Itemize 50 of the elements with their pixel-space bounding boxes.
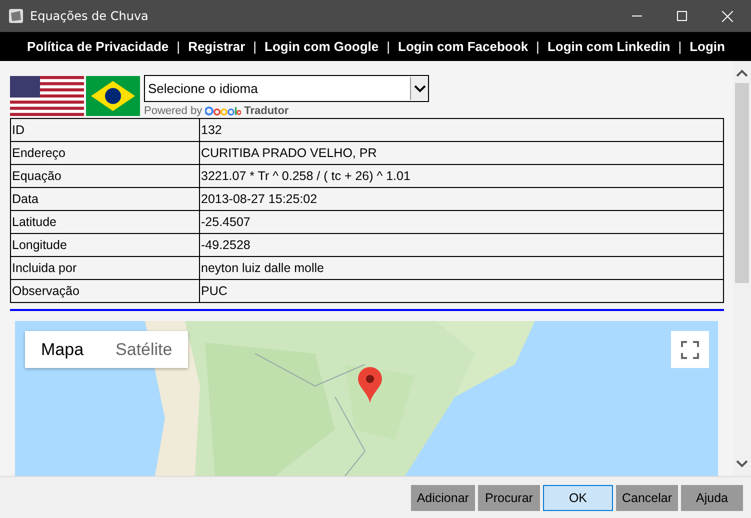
nav-link[interactable]: Política de Privacidade <box>27 39 169 54</box>
nav-separator: | <box>536 39 540 54</box>
nav-link[interactable]: Login <box>690 39 725 54</box>
field-value: 132 <box>200 118 724 142</box>
nav-link[interactable]: Registrar <box>188 39 246 54</box>
nav-separator: | <box>176 39 180 54</box>
field-value: CURITIBA PRADO VELHO, PR <box>200 142 724 164</box>
us-flag-icon[interactable] <box>10 76 84 116</box>
nav-link[interactable]: Login com Linkedin <box>547 39 670 54</box>
field-label: Observação <box>10 280 200 302</box>
fullscreen-button[interactable] <box>671 331 709 368</box>
field-value: PUC <box>200 280 724 302</box>
dialog-button[interactable]: Cancelar <box>616 484 678 510</box>
map-pin-icon <box>358 367 382 403</box>
nav-link[interactable]: Login com Facebook <box>398 39 528 54</box>
dialog-button[interactable]: Ajuda <box>681 484 743 510</box>
field-value: -49.2528 <box>200 234 724 256</box>
field-value: 2013-08-27 15:25:02 <box>200 188 724 210</box>
brazil-flag-icon[interactable] <box>86 76 140 116</box>
field-label: Data <box>10 188 200 210</box>
language-select[interactable]: Selecione o idioma <box>144 75 429 102</box>
field-label: ID <box>10 118 200 142</box>
powered-by-text: Powered by <box>144 105 202 117</box>
field-label: Endereço <box>10 142 200 164</box>
field-label: Incluida por <box>10 256 200 280</box>
nav-separator: | <box>678 39 682 54</box>
maximize-icon[interactable] <box>677 11 687 21</box>
nav-separator: | <box>253 39 257 54</box>
scroll-up-icon[interactable] <box>736 69 748 77</box>
chevron-down-icon <box>414 84 426 92</box>
scroll-down-icon[interactable] <box>736 460 748 468</box>
map-type-tab[interactable]: Mapa <box>25 340 100 360</box>
field-label: Longitude <box>10 234 200 256</box>
window-title: Equações de Chuva <box>30 9 148 23</box>
app-icon <box>8 8 24 24</box>
field-label: Equação <box>10 164 200 188</box>
nav-link[interactable]: Login com Google <box>264 39 379 54</box>
field-label: Latitude <box>10 210 200 234</box>
dialog-button[interactable]: Procurar <box>478 484 540 510</box>
translator-link[interactable]: Tradutor <box>244 105 289 117</box>
field-value: 3221.07 * Tr ^ 0.258 / ( tc + 26) ^ 1.01 <box>200 164 724 188</box>
nav-separator: | <box>386 39 390 54</box>
dialog-button[interactable]: OK <box>542 484 613 510</box>
google-logo-icon <box>205 106 242 116</box>
field-value: -25.4507 <box>200 210 724 234</box>
map-type-tab[interactable]: Satélite <box>100 340 188 360</box>
close-icon[interactable] <box>722 10 733 22</box>
fullscreen-icon <box>681 340 699 358</box>
dialog-button[interactable]: Adicionar <box>410 484 475 510</box>
field-value: neyton luiz dalle molle <box>200 256 724 280</box>
